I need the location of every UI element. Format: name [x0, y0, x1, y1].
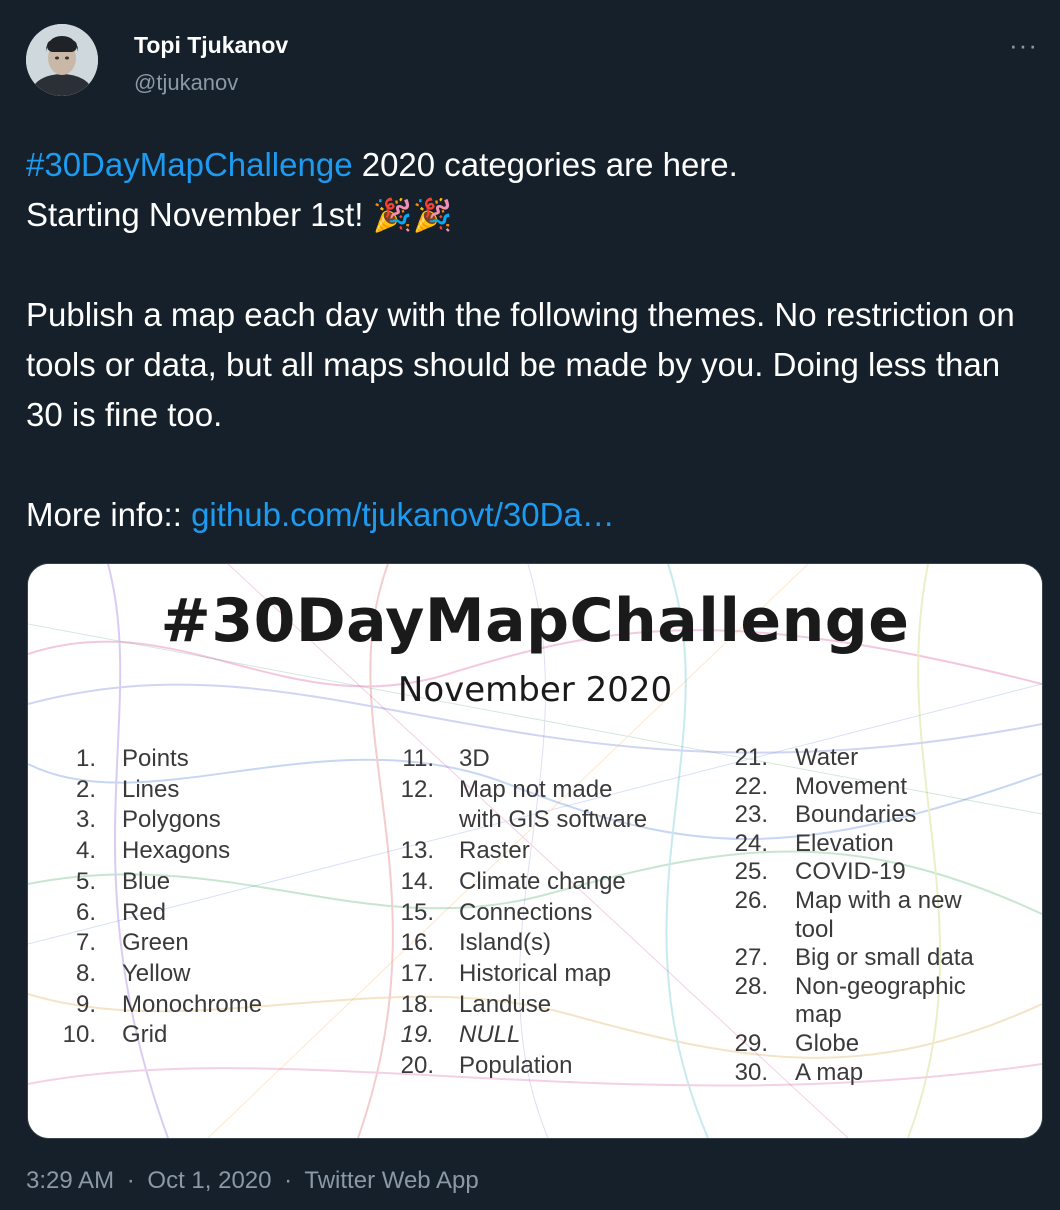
themes-column-1: 1. Points 2. Lines 3. Polygons 4. Hexagons 5… [56, 744, 263, 1051]
list-item: 9. Monochrome [75, 990, 263, 1018]
more-info-label: More info:: [26, 496, 192, 533]
card-subtitle: November 2020 [397, 670, 673, 710]
list-item: 1. Points [75, 745, 189, 772]
tweet-paragraph: Publish a map each day with the followin… [26, 296, 1015, 433]
github-link[interactable]: github.com/tjukanovt/30Da… [191, 496, 615, 533]
list-item: 5. Blue [75, 867, 171, 895]
list-item: 6. Red [75, 898, 167, 926]
tweet-source[interactable]: Twitter Web App [304, 1167, 478, 1194]
list-item: 25. COVID-19 [734, 858, 906, 886]
list-item: 14. Climate change [400, 867, 626, 895]
tweet-meta: 3:29 AM · Oct 1, 2020 · Twitter Web App [26, 1167, 485, 1195]
list-item: map [795, 1001, 842, 1029]
list-item: 19. NULL [400, 1021, 521, 1049]
tweet-line2: Starting November 1st! [26, 196, 373, 233]
author-name[interactable]: Topi Tjukanov [134, 32, 288, 59]
challenge-image[interactable]: #30DayMapChallenge November 2020 1. Point… [27, 563, 1043, 1139]
list-item: 3. Polygons [75, 806, 221, 834]
list-item: 10. Grid [62, 1021, 168, 1049]
list-item: 7. Green [75, 929, 189, 957]
list-item: 24. Elevation [734, 829, 894, 857]
author-handle[interactable]: @tjukanov [134, 70, 238, 96]
separator: · [284, 1167, 293, 1194]
list-item: 26. Map with a new [734, 886, 962, 914]
tweet-time[interactable]: 3:29 AM [26, 1167, 114, 1194]
list-item: 12. Map not made [400, 775, 613, 803]
list-item: 15. Connections [400, 898, 593, 926]
tweet-text: #30DayMapChallenge 2020 categories are h… [26, 140, 1036, 540]
list-item: with GIS software [459, 806, 648, 834]
list-item: tool [795, 915, 834, 943]
list-item: 16. Island(s) [400, 929, 552, 957]
themes-column-3: 21. Water 22. Movement 23. Boundaries 24. El… [724, 744, 974, 1087]
themes-column-2: 11. 3D 12. Map not made with GIS software … [390, 744, 648, 1082]
list-item: 11. 3D [402, 745, 490, 772]
list-item: 23. Boundaries [734, 801, 917, 829]
separator: · [126, 1167, 135, 1194]
card-title: #30DayMapChallenge [160, 586, 910, 656]
list-item: 8. Yellow [75, 959, 191, 987]
list-item: 27. Big or small data [734, 944, 974, 972]
list-item: 18. Landuse [400, 990, 552, 1018]
avatar[interactable] [26, 24, 98, 96]
list-item: 28. Non-geographic [734, 972, 966, 1000]
avatar-photo [26, 24, 98, 96]
list-item: 29. Globe [734, 1029, 860, 1057]
list-item: 13. Raster [400, 837, 530, 865]
list-item: 17. Historical map [400, 959, 612, 987]
hashtag-link[interactable]: #30DayMapChallenge [26, 146, 353, 183]
tweet-date[interactable]: Oct 1, 2020 [147, 1167, 271, 1194]
list-item: 22. Movement [734, 772, 908, 800]
party-popper-icon: 🎉🎉 [372, 197, 453, 233]
tweet-line1: 2020 categories are here. [352, 146, 738, 183]
list-item: 2. Lines [75, 775, 180, 803]
list-item: 20. Population [400, 1052, 573, 1080]
list-item: 4. Hexagons [75, 837, 231, 865]
list-item: 21. Water [734, 744, 859, 771]
more-options-icon[interactable]: ··· [1009, 30, 1038, 61]
list-item: 30. A map [734, 1058, 864, 1086]
